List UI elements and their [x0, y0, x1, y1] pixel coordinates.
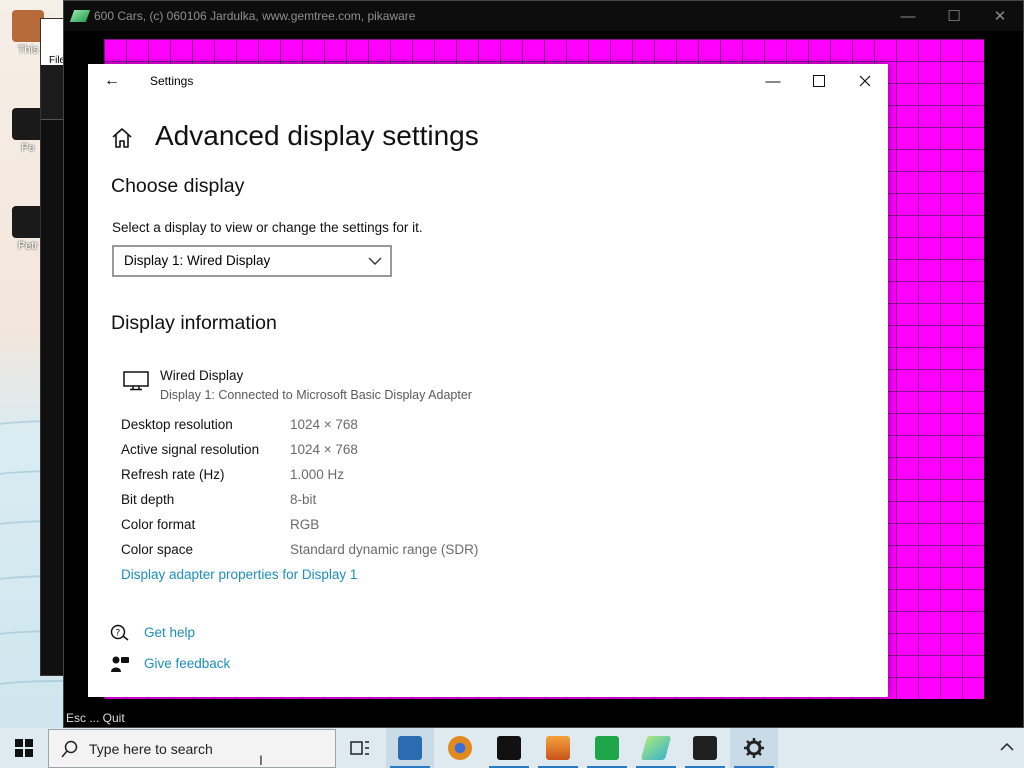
file-explorer-icon	[398, 736, 422, 760]
settings-window[interactable]: ← Settings — Advanced display settings C…	[88, 64, 888, 697]
minimize-button[interactable]: —	[750, 64, 796, 98]
game-status-bar: Esc ... Quit	[66, 711, 125, 725]
taskbar-dark-app[interactable]	[681, 728, 729, 768]
info-key: Desktop resolution	[121, 417, 233, 432]
taskbar-settings[interactable]	[730, 728, 778, 768]
display-subtitle: Display 1: Connected to Microsoft Basic …	[160, 388, 472, 402]
info-value: 8-bit	[290, 492, 317, 507]
give-feedback-icon	[111, 656, 129, 672]
monitor-icon	[123, 371, 149, 391]
give-feedback-link[interactable]: Give feedback	[144, 656, 230, 671]
petr-app-icon	[497, 736, 521, 760]
gear-icon	[744, 738, 764, 758]
cars-app-icon	[69, 10, 91, 22]
cars-app-icon	[640, 736, 672, 760]
display-adapter-properties-link[interactable]: Display adapter properties for Display 1	[121, 567, 357, 582]
game-titlebar[interactable]: 600 Cars, (c) 060106 Jardulka, www.gemtr…	[64, 1, 1023, 31]
display-information-heading: Display information	[111, 312, 277, 334]
display-select-dropdown[interactable]: Display 1: Wired Display	[112, 245, 392, 277]
settings-window-title: Settings	[150, 74, 194, 88]
desktop-icon-label: This	[17, 44, 39, 56]
taskbar-sunset-app[interactable]	[534, 728, 582, 768]
info-row-refresh-rate: Refresh rate (Hz) 1.000 Hz	[121, 467, 541, 487]
close-icon	[859, 75, 871, 87]
choose-display-description: Select a display to view or change the s…	[112, 220, 423, 235]
taskbar-browser[interactable]	[436, 728, 484, 768]
dark-app-icon	[693, 736, 717, 760]
info-row-color-space: Color space Standard dynamic range (SDR)	[121, 542, 541, 562]
show-hidden-icons-chevron-up-icon[interactable]	[1000, 740, 1014, 754]
info-key: Active signal resolution	[121, 442, 260, 457]
taskbar: Type here to search I	[0, 728, 1024, 768]
maximize-icon	[813, 75, 825, 87]
display-name: Wired Display	[160, 368, 244, 383]
get-help-link[interactable]: Get help	[144, 625, 195, 640]
info-value: 1.000 Hz	[290, 467, 345, 482]
green-app-icon	[595, 736, 619, 760]
info-value: 1024 × 768	[290, 417, 358, 432]
close-button[interactable]	[842, 64, 888, 98]
home-icon[interactable]	[110, 126, 134, 150]
minimize-button[interactable]: —	[885, 1, 931, 31]
page-title: Advanced display settings	[155, 120, 479, 151]
info-key: Color space	[121, 542, 194, 557]
info-row-color-format: Color format RGB	[121, 517, 541, 537]
sunset-app-icon	[546, 736, 570, 760]
search-icon	[61, 740, 78, 758]
settings-titlebar[interactable]: ← Settings —	[88, 64, 888, 98]
task-view-icon	[350, 741, 369, 755]
choose-display-heading: Choose display	[111, 175, 245, 197]
browser-icon	[448, 736, 472, 760]
task-view-button[interactable]	[336, 728, 384, 768]
info-value: RGB	[290, 517, 320, 532]
info-value: 1024 × 768	[290, 442, 358, 457]
close-button[interactable]: ✕	[977, 1, 1023, 31]
display-select-value: Display 1: Wired Display	[124, 253, 271, 268]
search-placeholder: Type here to search	[89, 741, 213, 757]
info-value: Standard dynamic range (SDR)	[290, 542, 479, 557]
taskbar-file-explorer[interactable]	[386, 728, 434, 768]
info-key: Bit depth	[121, 492, 175, 507]
info-row-bit-depth: Bit depth 8-bit	[121, 492, 541, 512]
text-cursor-icon: I	[259, 752, 263, 768]
taskbar-petr-app[interactable]	[485, 728, 533, 768]
get-help-icon: ?	[110, 624, 129, 641]
maximize-button[interactable]	[796, 64, 842, 98]
game-window-title: 600 Cars, (c) 060106 Jardulka, www.gemtr…	[94, 9, 416, 23]
taskbar-green-app[interactable]	[583, 728, 631, 768]
info-row-active-signal-resolution: Active signal resolution 1024 × 768	[121, 442, 541, 462]
info-key: Color format	[121, 517, 196, 532]
desktop-icon-label: Pe	[21, 142, 35, 154]
start-button[interactable]	[0, 728, 48, 768]
svg-text:?: ?	[116, 629, 121, 639]
info-row-desktop-resolution: Desktop resolution 1024 × 768	[121, 417, 541, 437]
maximize-button[interactable]: ☐	[931, 1, 977, 31]
taskbar-cars-app[interactable]	[632, 728, 680, 768]
back-button[interactable]: ←	[100, 70, 124, 92]
chevron-down-icon	[368, 257, 382, 265]
windows-logo-icon	[15, 739, 33, 757]
taskbar-search-box[interactable]: Type here to search I	[48, 729, 336, 768]
info-key: Refresh rate (Hz)	[121, 467, 225, 482]
desktop-icon-label: Petr	[17, 240, 39, 252]
